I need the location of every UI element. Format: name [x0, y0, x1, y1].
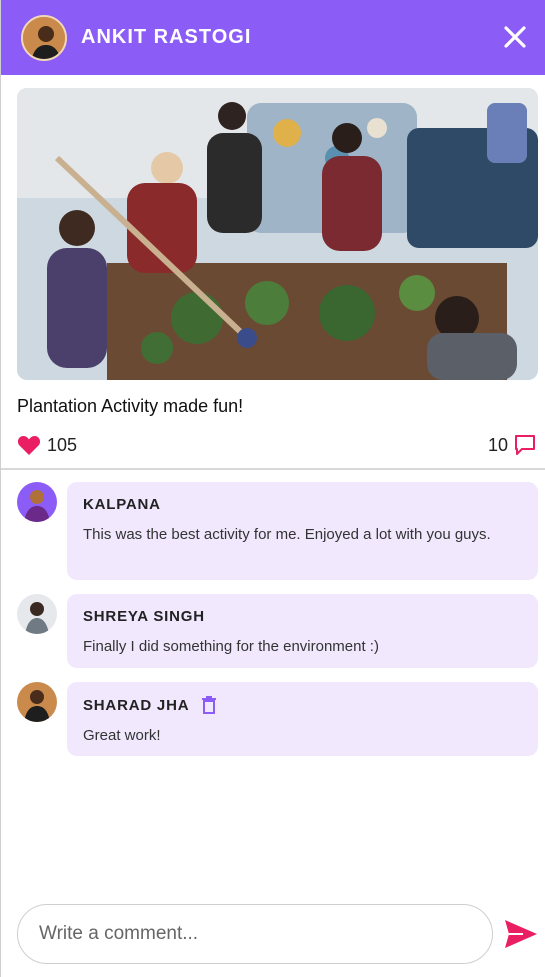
commenter-avatar: [17, 682, 57, 722]
like-group[interactable]: 105: [17, 432, 77, 458]
comment-icon[interactable]: [514, 434, 536, 456]
comment-text: Finally I did something for the environm…: [83, 638, 379, 655]
comment-count-group[interactable]: 10: [488, 432, 536, 458]
close-icon[interactable]: [500, 22, 530, 52]
commenter-avatar: [17, 482, 57, 522]
comment-text: Great work!: [83, 727, 161, 744]
comment-bubble: KALPANA This was the best activity for m…: [67, 482, 538, 580]
comment-count: 10: [487, 434, 508, 455]
header-title: ANKIT RASTOGI: [81, 26, 252, 48]
post-image: [17, 88, 538, 380]
commenter-avatar: [17, 594, 57, 634]
commenter-name: KALPANA: [83, 496, 161, 513]
chat-header: ANKIT RASTOGI: [1, 0, 545, 75]
commenter-name: SHREYA SINGH: [83, 608, 205, 625]
post-caption: Plantation Activity made fun!: [17, 396, 244, 416]
comment-bubble: SHREYA SINGH Finally I did something for…: [67, 594, 538, 668]
trash-icon[interactable]: [201, 696, 217, 714]
comment-input[interactable]: [17, 904, 493, 964]
like-count: 105: [47, 434, 78, 455]
commenter-name-row: SHARAD JHA: [83, 696, 522, 714]
comment-text: This was the best activity for me. Enjoy…: [83, 526, 491, 543]
commenter-name: SHARAD JHA: [83, 696, 190, 714]
header-avatar: [21, 14, 67, 61]
divider: [1, 468, 545, 470]
heart-icon[interactable]: [17, 434, 41, 456]
comment-bubble: SHARAD JHA Great work!: [67, 682, 538, 756]
send-icon[interactable]: [503, 918, 539, 950]
